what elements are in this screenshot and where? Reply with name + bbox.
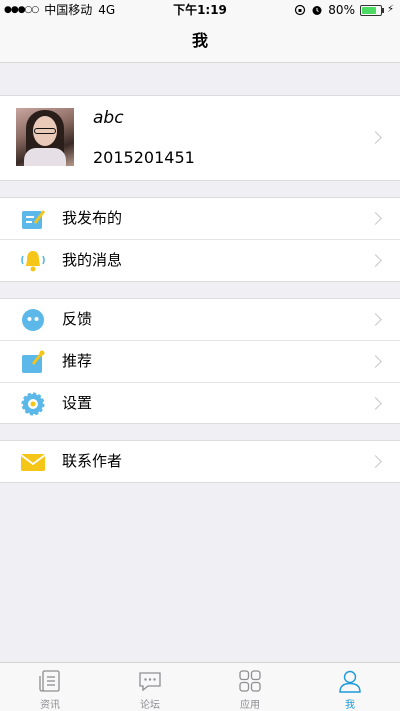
recommend-icon <box>22 350 45 373</box>
forum-icon <box>139 672 161 692</box>
menu-group-2: 反馈 推荐 设置 <box>0 298 400 424</box>
menu-label: 我的消息 <box>62 251 123 269</box>
tab-me[interactable]: 我 <box>300 663 400 711</box>
tab-label: 我 <box>345 700 355 711</box>
menu-item-feedback[interactable]: 反馈 <box>0 299 400 340</box>
menu-item-recommend[interactable]: 推荐 <box>0 341 400 382</box>
menu-item-settings[interactable]: 设置 <box>0 383 400 424</box>
chevron-right-icon <box>369 355 382 368</box>
profile-id: 2015201451 <box>93 148 195 167</box>
menu-item-contact-author[interactable]: 联系作者 <box>0 441 400 482</box>
profile-name: abc <box>93 108 124 128</box>
tab-bar: 资讯 论坛 应用 我 <box>0 662 400 711</box>
bell-icon <box>21 251 45 272</box>
menu-item-my-posts[interactable]: 我发布的 <box>0 198 400 239</box>
tab-apps[interactable]: 应用 <box>200 663 300 711</box>
charging-icon: ⚡ <box>386 4 394 15</box>
avatar[interactable] <box>16 108 74 166</box>
tab-label: 应用 <box>240 700 260 711</box>
menu-label: 反馈 <box>62 310 93 328</box>
menu-label: 我发布的 <box>62 209 123 227</box>
chevron-right-icon <box>369 313 382 326</box>
user-icon <box>339 670 361 693</box>
menu-label: 推荐 <box>62 352 93 370</box>
chevron-right-icon <box>369 455 382 468</box>
menu-group-3: 联系作者 <box>0 440 400 483</box>
tab-news[interactable]: 资讯 <box>0 663 100 711</box>
page-title: 我 <box>191 31 208 50</box>
feedback-icon <box>22 309 44 331</box>
status-right: 80% ⚡ <box>294 0 394 20</box>
nav-bar: 我 <box>0 20 400 63</box>
status-bar: ●●●○○ 中国移动 4G 下午1:19 80% ⚡ <box>0 0 400 20</box>
tab-forum[interactable]: 论坛 <box>100 663 200 711</box>
news-icon <box>39 670 60 692</box>
chevron-right-icon <box>369 212 382 225</box>
chevron-right-icon <box>369 254 382 267</box>
chevron-right-icon <box>369 131 382 144</box>
profile-card[interactable]: abc 2015201451 <box>0 95 400 181</box>
alarm-icon <box>312 6 322 15</box>
chevron-right-icon <box>369 397 382 410</box>
edit-icon <box>22 210 45 229</box>
apps-icon <box>239 670 261 692</box>
menu-label: 联系作者 <box>62 452 123 470</box>
menu-item-my-messages[interactable]: 我的消息 <box>0 240 400 281</box>
battery-percent: 80% <box>328 3 355 17</box>
gear-icon <box>21 392 45 416</box>
tab-label: 论坛 <box>140 700 160 711</box>
tab-label: 资讯 <box>40 700 60 711</box>
menu-label: 设置 <box>62 394 93 412</box>
menu-group-1: 我发布的 我的消息 <box>0 197 400 282</box>
mail-icon <box>20 454 46 471</box>
battery-icon <box>359 4 384 16</box>
rotation-lock-icon <box>295 4 306 16</box>
